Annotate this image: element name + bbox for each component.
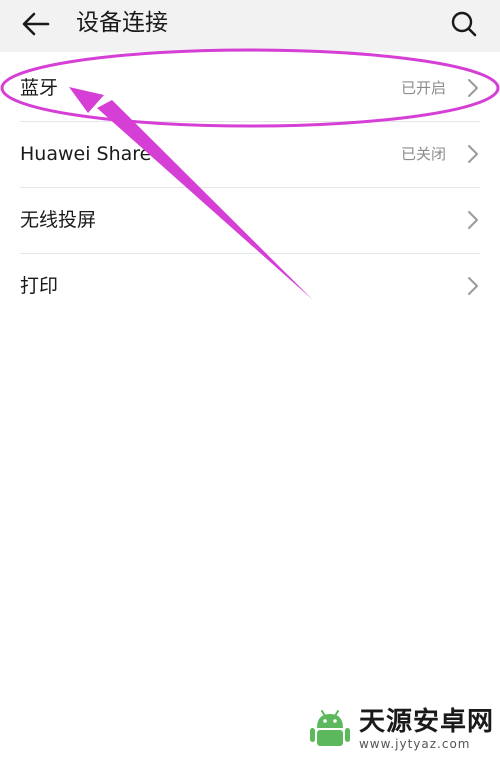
search-button[interactable] <box>444 4 484 44</box>
status-text: 已开启 <box>400 79 446 97</box>
status-text: 已关闭 <box>400 145 446 163</box>
list-item-label: 打印 <box>20 275 59 297</box>
list-item-wireless-projection[interactable]: 无线投屏 <box>20 188 480 254</box>
list-item-huawei-share[interactable]: Huawei Share 已关闭 <box>20 122 480 188</box>
list-item-label: 无线投屏 <box>20 209 97 231</box>
watermark-title: 天源安卓网 <box>358 707 494 737</box>
list-item-print[interactable]: 打印 <box>20 254 480 319</box>
list-item-label: Huawei Share <box>20 143 152 165</box>
app-header: 设备连接 <box>0 0 500 52</box>
watermark-url: www.jytyaz.com <box>358 737 471 751</box>
back-button[interactable] <box>14 4 58 44</box>
settings-list: 蓝牙 已开启 Huawei Share 已关闭 无线投屏 打印 <box>0 56 500 319</box>
search-icon <box>451 11 477 37</box>
chevron-right-icon <box>468 79 478 97</box>
arrow-left-icon <box>22 12 50 36</box>
watermark-text: 天源安卓网 www.jytyaz.com <box>359 707 494 751</box>
watermark: 天源安卓网 www.jytyaz.com <box>307 706 494 752</box>
chevron-right-icon <box>468 211 478 229</box>
chevron-right-icon <box>468 145 478 163</box>
android-logo-icon <box>309 710 350 746</box>
list-item-bluetooth[interactable]: 蓝牙 已开启 <box>20 56 480 122</box>
chevron-right-icon <box>468 277 478 295</box>
list-item-label: 蓝牙 <box>20 77 59 99</box>
page-title: 设备连接 <box>76 10 168 36</box>
